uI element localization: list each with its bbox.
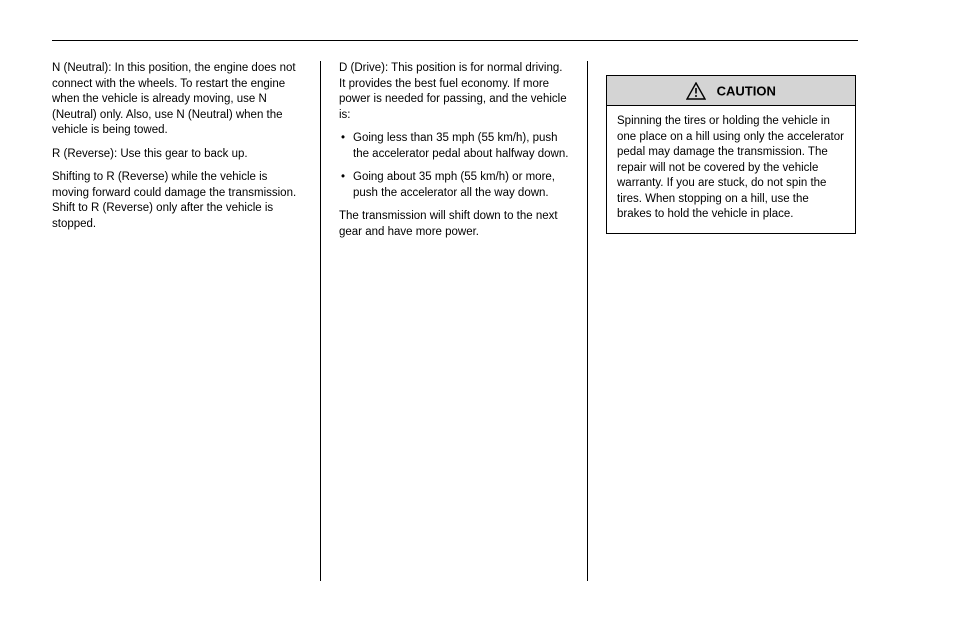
header-rule <box>52 40 858 41</box>
warning-triangle-icon <box>686 82 706 100</box>
col1-para-2: Shifting to R (Reverse) while the vehicl… <box>52 170 302 232</box>
column-2: D (Drive): This position is for normal d… <box>320 61 588 581</box>
page: N (Neutral): In this position, the engin… <box>52 40 858 581</box>
col2-bullets: Going less than 35 mph (55 km/h), push t… <box>339 131 569 201</box>
caution-label: CAUTION <box>717 84 776 99</box>
content-columns: N (Neutral): In this position, the engin… <box>52 61 858 581</box>
column-3: CAUTION Spinning the tires or holding th… <box>588 61 856 581</box>
col2-bullet-0: Going less than 35 mph (55 km/h), push t… <box>353 131 569 162</box>
col2-bullet-1: Going about 35 mph (55 km/h) or more, pu… <box>353 170 569 201</box>
caution-header: CAUTION <box>607 76 855 106</box>
caution-box: CAUTION Spinning the tires or holding th… <box>606 75 856 234</box>
column-1: N (Neutral): In this position, the engin… <box>52 61 320 581</box>
caution-body-para-0: Spinning the tires or holding the vehicl… <box>617 114 845 223</box>
col1-para-0: N (Neutral): In this position, the engin… <box>52 61 302 139</box>
col1-para-1: R (Reverse): Use this gear to back up. <box>52 147 302 163</box>
col2-para-0: D (Drive): This position is for normal d… <box>339 61 569 123</box>
col2-para-after-0: The transmission will shift down to the … <box>339 209 569 240</box>
caution-body: Spinning the tires or holding the vehicl… <box>607 106 855 233</box>
